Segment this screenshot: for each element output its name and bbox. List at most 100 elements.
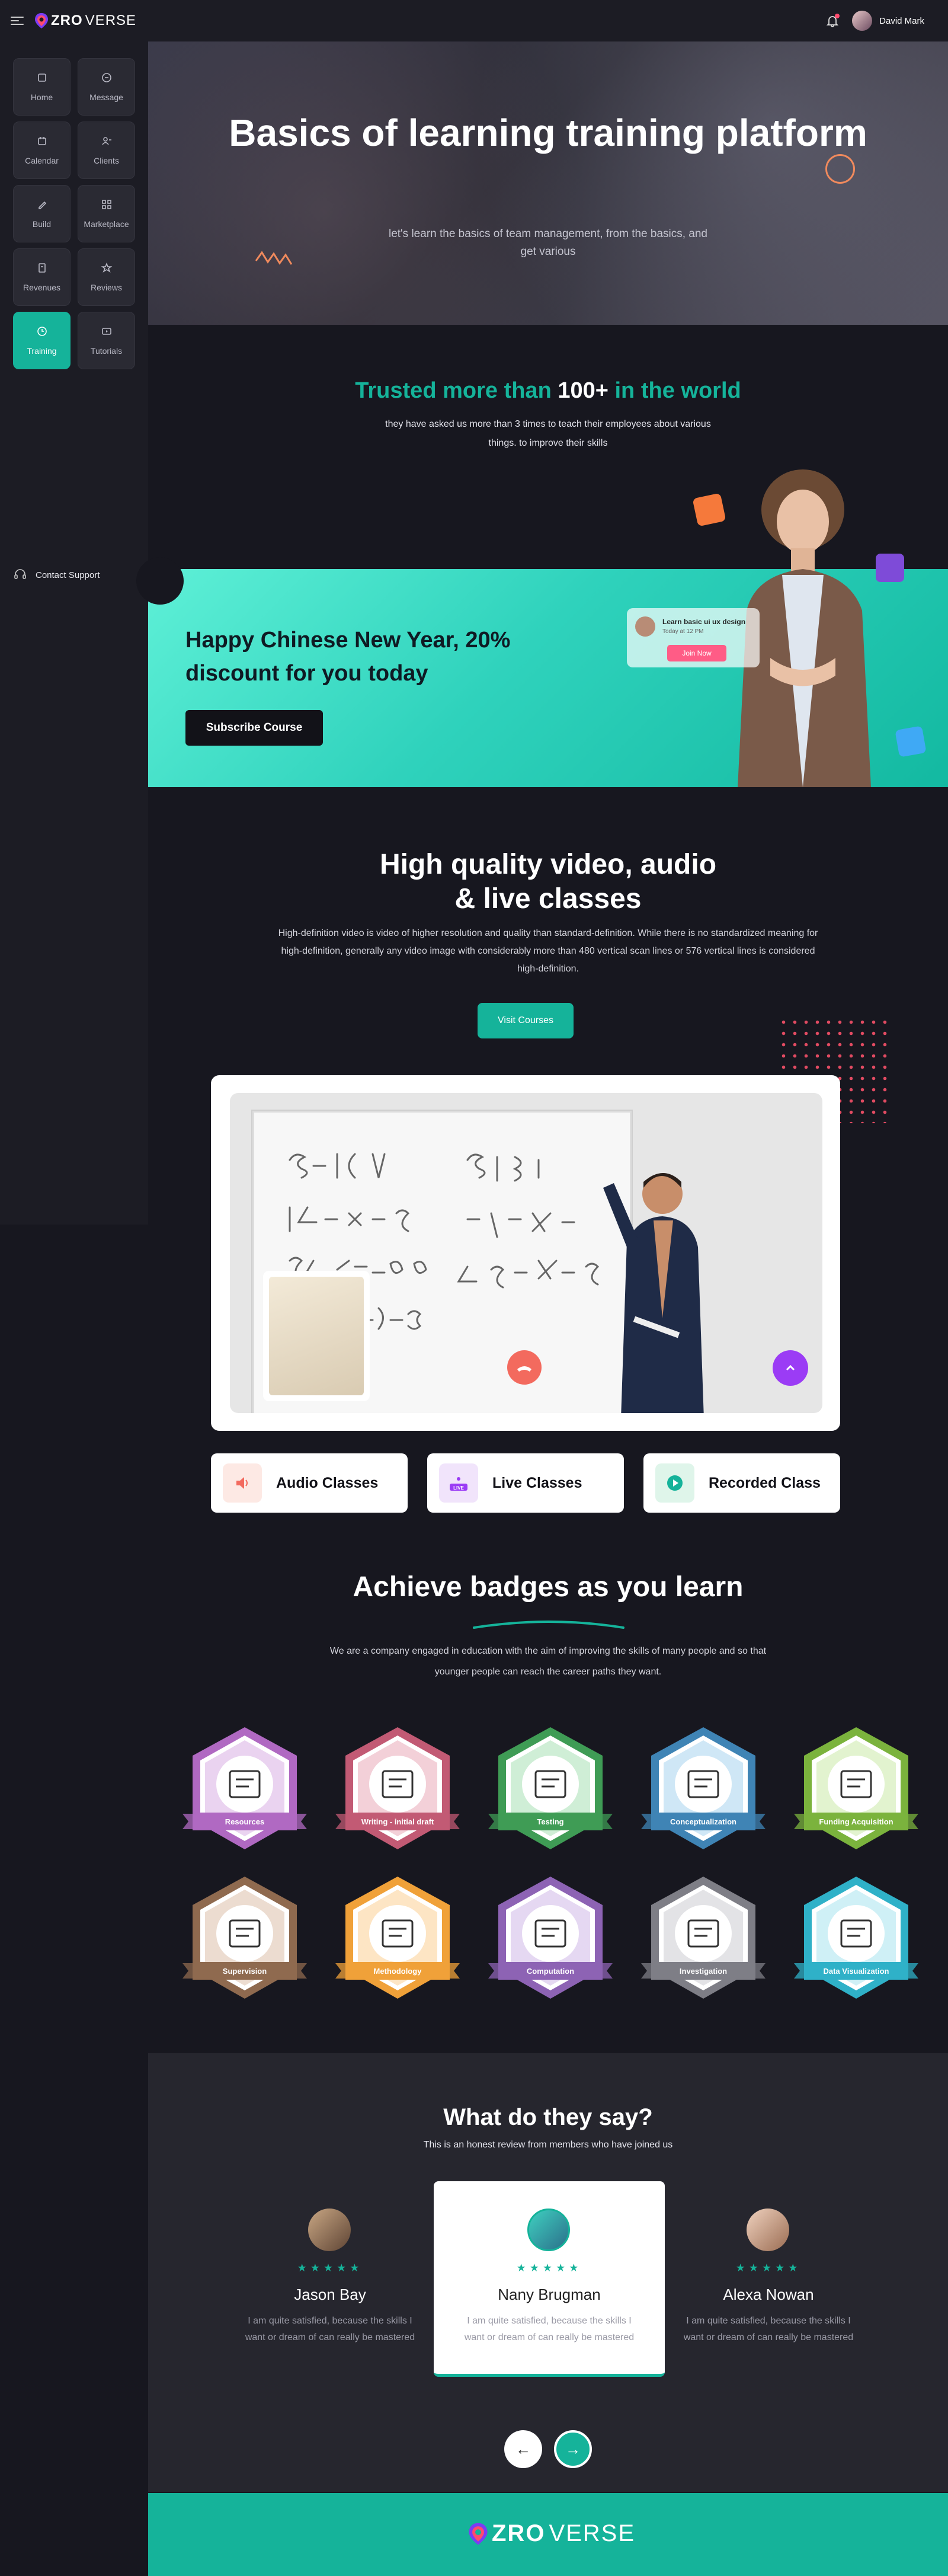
svg-text:LIVE: LIVE [453, 1485, 464, 1491]
badge-methodology[interactable]: Methodology [335, 1874, 460, 2011]
live-session-card: Learn basic ui ux design Today at 12 PM … [627, 608, 760, 667]
hero-section: Basics of learning training platform let… [148, 41, 948, 325]
badge-conceptualization[interactable]: Conceptualization [641, 1725, 766, 1861]
decorative-circle [136, 557, 184, 605]
sidebar-item-label: Marketplace [84, 219, 129, 229]
trusted-post: in the world [614, 378, 741, 403]
grid-icon [101, 199, 113, 212]
badge-label: Data Visualization [823, 1966, 889, 1976]
clients-icon [101, 135, 113, 149]
student-video-preview[interactable] [263, 1271, 370, 1401]
visit-courses-button[interactable]: Visit Courses [478, 1003, 574, 1038]
badge-funding-acquisition[interactable]: Funding Acquisition [794, 1725, 918, 1861]
trusted-number: 100+ [558, 378, 608, 403]
recorded-class-card[interactable]: Recorded Class [643, 1453, 840, 1513]
sidebar-item-clients[interactable]: Clients [78, 122, 135, 179]
contact-support-link[interactable]: Contact Support [13, 568, 100, 582]
review-card: ★★★★★ Jason Bay I am quite satisfied, be… [214, 2181, 446, 2377]
review-card-featured: ★★★★★ Nany Brugman I am quite satisfied,… [434, 2181, 665, 2377]
decorative-underline [473, 1621, 624, 1629]
previous-review-button[interactable]: ← [504, 2430, 542, 2468]
sidebar-item-revenues[interactable]: Revenues [13, 248, 71, 306]
reviewer-name: Nany Brugman [498, 2286, 601, 2303]
top-bar: ZRO VERSE David Mark [0, 0, 948, 41]
badge-investigation[interactable]: Investigation [641, 1874, 766, 2011]
avatar [747, 2209, 789, 2251]
audio-classes-card[interactable]: Audio Classes [211, 1453, 408, 1513]
video-player [211, 1075, 840, 1431]
reviews-subtitle: This is an honest review from members wh… [423, 2140, 673, 2150]
sidebar: Home Message Calendar Clients Build Marketpla… [0, 41, 148, 1225]
badge-resources[interactable]: Resources [182, 1725, 307, 1861]
speaker-icon [223, 1463, 262, 1503]
teacher-image [597, 1152, 716, 1413]
play-icon [101, 325, 113, 339]
reviewer-name: Alexa Nowan [723, 2286, 814, 2303]
star-icon [101, 262, 113, 276]
trusted-pre: Trusted more than [355, 378, 552, 403]
home-icon [36, 72, 48, 85]
subscribe-course-button[interactable]: Subscribe Course [185, 710, 323, 746]
badges-text: We are a company engaged in education wi… [329, 1646, 767, 1677]
badge-supervision[interactable]: Supervision [182, 1874, 307, 2011]
badge-writing-initial-draft[interactable]: Writing - initial draft [335, 1725, 460, 1861]
message-icon [101, 72, 113, 85]
hero-subtitle: let's learn the basics of team managemen… [388, 228, 707, 258]
sidebar-item-message[interactable]: Message [78, 58, 135, 116]
brand-name-a: ZRO [51, 12, 83, 28]
promo-title: Happy Chinese New Year, 20% discount for… [185, 628, 511, 686]
calendar-icon [895, 726, 927, 758]
sidebar-item-marketplace[interactable]: Marketplace [78, 185, 135, 242]
rating-stars: ★★★★★ [735, 2262, 802, 2274]
sidebar-item-label: Build [32, 219, 52, 229]
badge-data-visualization[interactable]: Data Visualization [794, 1874, 918, 2011]
reviews-section: What do they say? This is an honest revi… [148, 2053, 948, 2492]
avatar [635, 616, 655, 637]
sidebar-item-label: Revenues [23, 283, 61, 292]
sidebar-item-home[interactable]: Home [13, 58, 71, 116]
sidebar-item-label: Training [27, 346, 57, 356]
avatar [852, 11, 873, 31]
badges-title: Achieve badges as you learn [353, 1571, 744, 1603]
badge-testing[interactable]: Testing [488, 1725, 613, 1861]
clock-icon [36, 325, 48, 339]
logo[interactable]: ZRO VERSE [34, 12, 136, 29]
review-text: I am quite satisfied, because the skills… [683, 2316, 854, 2342]
play-icon [876, 554, 904, 582]
badge-label: Supervision [222, 1966, 267, 1976]
join-now-button[interactable]: Join Now [667, 645, 726, 661]
footer-logo[interactable]: ZRO VERSE [468, 2520, 635, 2547]
session-title: Learn basic ui ux design [662, 618, 746, 626]
trusted-text: they have asked us more than 3 times to … [385, 419, 711, 448]
sidebar-item-calendar[interactable]: Calendar [13, 122, 71, 179]
contact-support-label: Contact Support [36, 570, 100, 580]
sidebar-item-build[interactable]: Build [13, 185, 71, 242]
session-time: Today at 12 PM [662, 628, 704, 635]
rating-stars: ★★★★★ [297, 2262, 363, 2274]
reviews-title: What do they say? [443, 2104, 653, 2130]
brand-name-b: VERSE [85, 12, 137, 28]
review-text: I am quite satisfied, because the skills… [245, 2316, 415, 2342]
sidebar-item-label: Clients [94, 156, 119, 165]
logo-mark-icon [469, 2523, 488, 2545]
next-review-button[interactable]: → [554, 2430, 592, 2468]
avatar [308, 2209, 351, 2251]
notification-bell-icon[interactable] [826, 14, 840, 27]
user-menu[interactable]: David Mark [852, 11, 924, 31]
expand-button[interactable] [773, 1350, 808, 1386]
chevron-up-icon [786, 1364, 795, 1371]
pencil-icon [692, 493, 726, 527]
sidebar-item-reviews[interactable]: Reviews [78, 248, 135, 306]
sidebar-item-training[interactable]: Training [13, 312, 71, 369]
video-frame[interactable] [230, 1093, 822, 1413]
decorative-ring [825, 154, 855, 184]
badge-label: Funding Acquisition [819, 1817, 893, 1826]
quality-text: High-definition video is video of higher… [278, 928, 818, 974]
footer-brand-b: VERSE [549, 2520, 636, 2546]
end-call-button[interactable] [507, 1350, 542, 1385]
sidebar-item-label: Message [89, 92, 123, 102]
badge-computation[interactable]: Computation [488, 1874, 613, 2011]
sidebar-item-tutorials[interactable]: Tutorials [78, 312, 135, 369]
menu-icon[interactable] [11, 17, 24, 25]
live-classes-card[interactable]: LIVE Live Classes [427, 1453, 624, 1513]
